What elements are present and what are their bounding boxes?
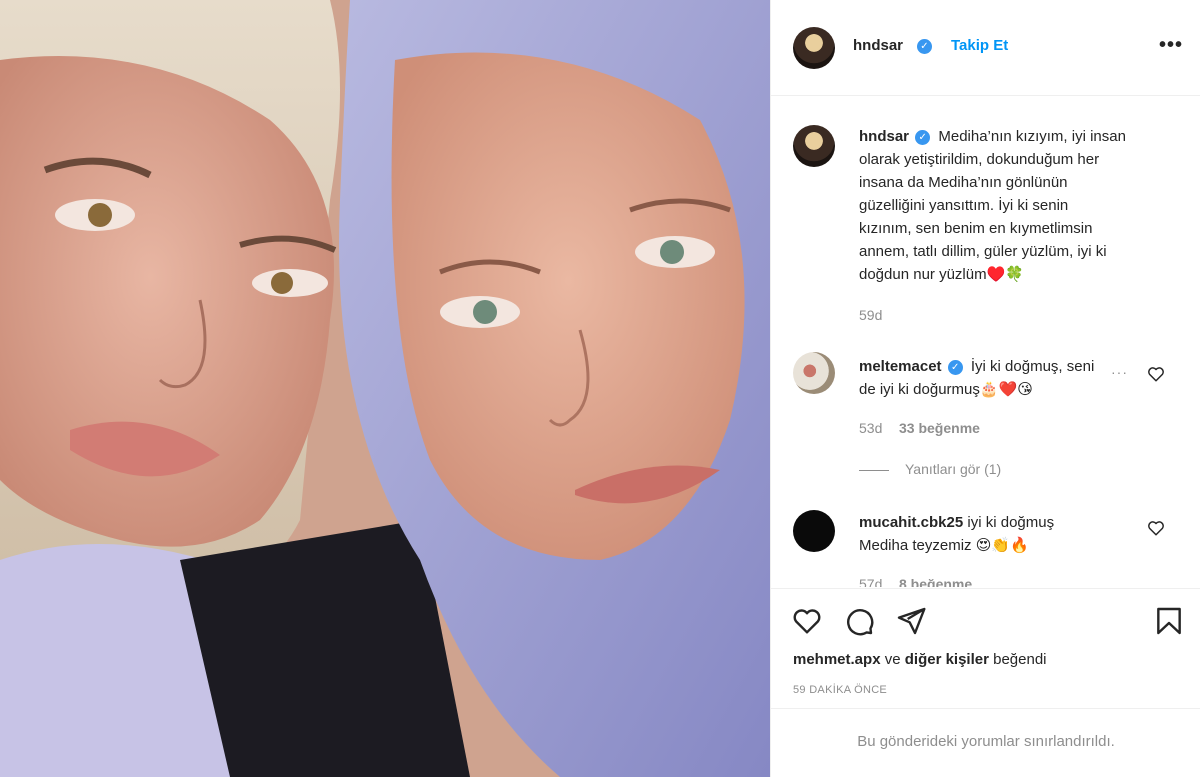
comment-likes[interactable]: 8 beğenme: [899, 576, 972, 587]
caption-line: kızınım, sen benim en kıymetlimsin: [859, 220, 1093, 237]
post-header: hndsar ✓ Takip Et •••: [771, 0, 1200, 96]
caption-line: doğdun nur yüzlüm♥️🍀: [859, 266, 1024, 283]
comment-likes[interactable]: 33 beğenme: [899, 420, 980, 436]
comment-line: iyi ki doğmuş: [967, 514, 1055, 531]
avatar[interactable]: [793, 125, 835, 167]
avatar[interactable]: [793, 352, 835, 394]
verified-badge-icon: ✓: [915, 130, 931, 145]
caption-line: annem, tatlı dillim, güler yüzlüm, iyi k…: [859, 243, 1107, 260]
liked-by-others[interactable]: diğer kişiler: [905, 651, 989, 668]
bookmark-icon[interactable]: [1153, 605, 1185, 637]
liked-by-user[interactable]: mehmet.apx: [793, 651, 881, 668]
comment-icon[interactable]: [843, 605, 875, 637]
comments-restricted-notice: Bu gönderideki yorumlar sınırlandırıldı.: [771, 708, 1200, 777]
comment-line: İyi ki doğmuş, seni: [970, 358, 1095, 375]
caption-age[interactable]: 59d: [859, 307, 882, 323]
post-time[interactable]: 59 DAKİKA ÖNCE: [793, 684, 887, 696]
caption: hndsar ✓ Mediha’nın kızıyım, iyi insan o…: [859, 125, 1179, 286]
liked-by-suffix: beğendi: [993, 651, 1047, 668]
caption-line: güzelliğini yansıttım. İyi ki senin: [859, 197, 1069, 214]
comment-age[interactable]: 57d: [859, 576, 882, 587]
caption-line: insana da Mediha’nın gönlünün: [859, 174, 1068, 191]
heart-icon[interactable]: [1147, 519, 1165, 537]
avatar[interactable]: [793, 510, 835, 552]
more-options-icon[interactable]: •••: [1159, 34, 1183, 57]
verified-badge-icon: ✓: [947, 360, 963, 375]
author-username[interactable]: hndsar: [853, 37, 903, 54]
caption-line: Mediha’nın kızıyım, iyi insan: [938, 128, 1126, 145]
caption-username[interactable]: hndsar: [859, 128, 909, 145]
view-replies-button[interactable]: Yanıtları gör (1): [859, 461, 1001, 477]
follow-button[interactable]: Takip Et: [951, 37, 1008, 54]
comment-text: meltemacet ✓ İyi ki doğmuş, seni de iyi …: [859, 355, 1129, 401]
comment-text: mucahit.cbk25 iyi ki doğmuş Mediha teyze…: [859, 511, 1129, 557]
comment-options-icon[interactable]: ···: [1111, 364, 1128, 380]
caption-line: olarak yetiştirildim, dokunduğum her: [859, 151, 1100, 168]
comment-age[interactable]: 53d: [859, 420, 882, 436]
post-photo[interactable]: [0, 0, 770, 777]
selfie-illustration: [0, 0, 770, 777]
comments-list[interactable]: hndsar ✓ Mediha’nın kızıyım, iyi insan o…: [771, 97, 1200, 587]
post-side-panel: hndsar ✓ Takip Et ••• hndsar ✓ Mediha’nı…: [770, 0, 1200, 777]
replies-divider: [859, 469, 889, 471]
avatar[interactable]: [793, 27, 835, 69]
heart-icon[interactable]: [1147, 365, 1165, 383]
replies-label: Yanıtları gör (1): [905, 461, 1002, 477]
comment-line: Mediha teyzemiz 😍👏🔥: [859, 537, 1029, 554]
post-actions: mehmet.apx ve diğer kişiler beğendi 59 D…: [771, 588, 1200, 708]
heart-icon[interactable]: [791, 605, 823, 637]
liked-by-connector: ve: [884, 651, 901, 668]
comment-username[interactable]: mucahit.cbk25: [859, 514, 963, 531]
share-icon[interactable]: [895, 605, 927, 637]
liked-by: mehmet.apx ve diğer kişiler beğendi: [793, 651, 1047, 668]
comment-username[interactable]: meltemacet: [859, 358, 942, 375]
verified-badge-icon: ✓: [917, 39, 932, 54]
comment-line: de iyi ki doğurmuş🎂❤️😘: [859, 381, 1033, 398]
